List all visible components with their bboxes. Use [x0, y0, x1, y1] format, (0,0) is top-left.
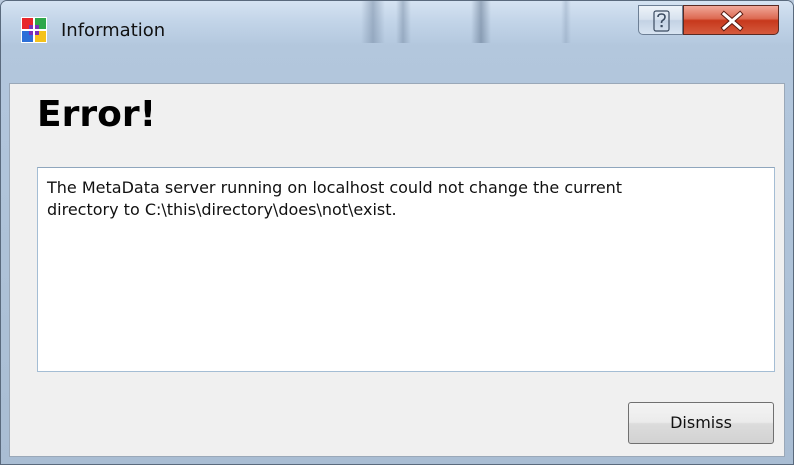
error-message-text[interactable]: The MetaData server running on localhost…	[37, 167, 775, 372]
help-button[interactable]	[638, 5, 683, 35]
window-title: Information	[61, 20, 166, 41]
title-bar[interactable]: Information	[1, 1, 793, 43]
dismiss-button[interactable]: Dismiss	[628, 402, 774, 444]
close-button[interactable]	[683, 5, 779, 35]
dialog-window: Information Error! The MetaData server r…	[0, 0, 794, 465]
error-heading: Error!	[37, 94, 157, 135]
app-logo-icon	[21, 17, 47, 43]
